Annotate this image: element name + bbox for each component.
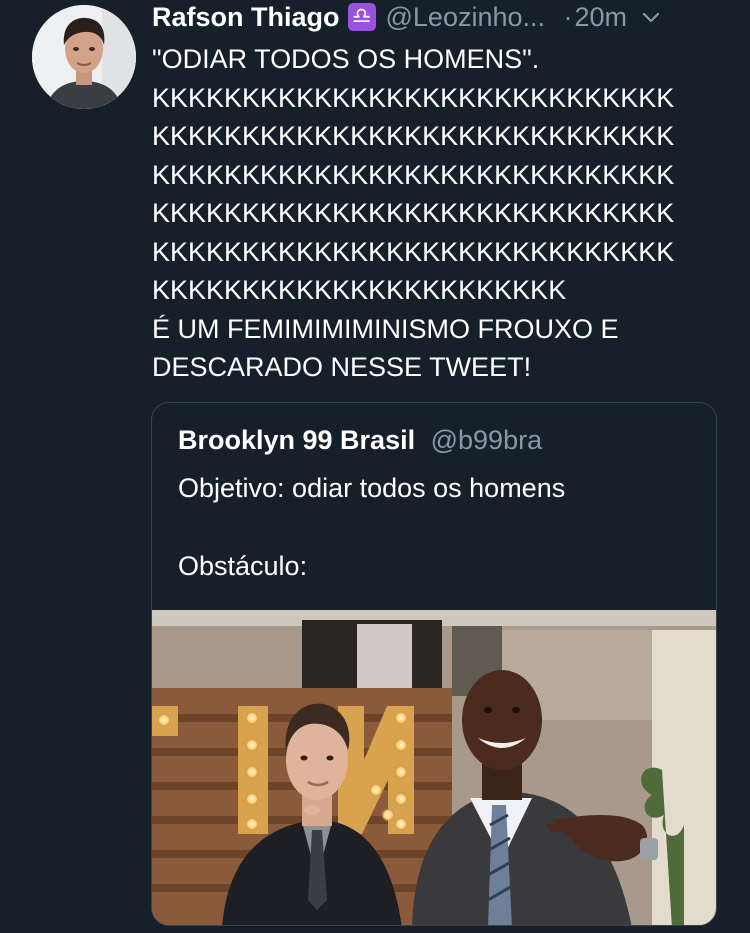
tweet-line: KKKKKKKKKKKKKKKKKKKKKKKKKKKKK bbox=[152, 159, 675, 190]
libra-emoji-icon: ♎ bbox=[347, 3, 376, 31]
separator-dot: · bbox=[563, 1, 573, 32]
quoted-header: Brooklyn 99 Brasil @b99bra bbox=[178, 425, 542, 456]
quoted-text-line: Objetivo: odiar todos os homens bbox=[178, 473, 566, 503]
tweet-line: É UM FEMIMIMIMINISMO FROUXO E bbox=[152, 313, 619, 344]
tweet-text: "ODIAR TODOS OS HOMENS". KKKKKKKKKKKKKKK… bbox=[152, 40, 742, 387]
tweet-line: KKKKKKKKKKKKKKKKKKKKKKKKKKKKK bbox=[152, 198, 675, 228]
avatar-photo bbox=[32, 5, 136, 109]
tweet-line: KKKKKKKKKKKKKKKKKKKKKKK bbox=[152, 275, 567, 305]
quoted-author-name: Brooklyn 99 Brasil bbox=[178, 425, 416, 455]
tweet[interactable]: Rafson Thiago ♎ @Leozinho... · 20m "ODIA… bbox=[0, 0, 750, 933]
tweet-line: KKKKKKKKKKKKKKKKKKKKKKKKKKKKK bbox=[152, 236, 675, 267]
tweet-header: Rafson Thiago ♎ @Leozinho... · 20m bbox=[152, 0, 732, 34]
quoted-tweet[interactable]: Brooklyn 99 Brasil @b99bra Objetivo: odi… bbox=[151, 402, 717, 926]
chevron-down-icon[interactable] bbox=[639, 5, 663, 29]
author-name[interactable]: Rafson Thiago bbox=[152, 2, 340, 33]
author-handle[interactable]: @Leozinho... bbox=[386, 2, 558, 33]
quoted-author-handle: @b99bra bbox=[430, 425, 543, 455]
quoted-tweet-photo[interactable] bbox=[152, 610, 716, 925]
tweet-line: DESCARADO NESSE TWEET! bbox=[152, 352, 532, 382]
timestamp[interactable]: 20m bbox=[575, 2, 628, 33]
quoted-text-line: Obstáculo: bbox=[178, 551, 308, 581]
profile-avatar[interactable] bbox=[32, 5, 136, 109]
tweet-line: KKKKKKKKKKKKKKKKKKKKKKKKKKKKK bbox=[152, 121, 675, 151]
tweet-line: "ODIAR TODOS OS HOMENS". bbox=[152, 44, 540, 74]
tweet-line: KKKKKKKKKKKKKKKKKKKKKKKKKKKKK bbox=[152, 82, 675, 113]
